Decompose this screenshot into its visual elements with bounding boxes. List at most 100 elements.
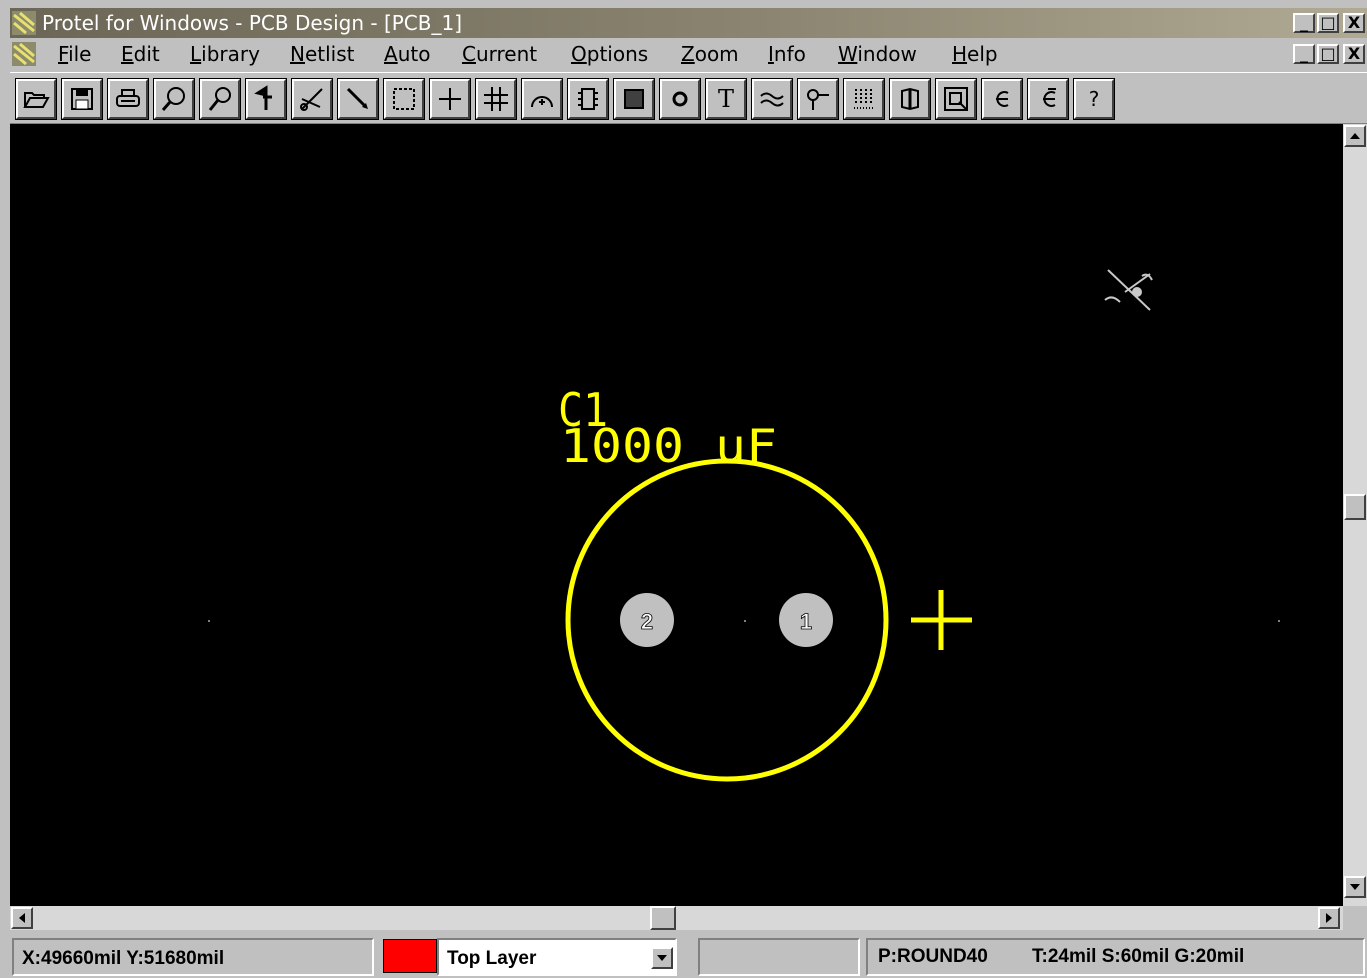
library-button[interactable] (889, 78, 931, 120)
print-button[interactable] (107, 78, 149, 120)
grid-icon (484, 87, 508, 111)
comment-text[interactable]: 1000 uF (560, 419, 777, 473)
arc-button[interactable] (521, 78, 563, 120)
zoom-out-icon (208, 87, 231, 111)
grid-dot-left (208, 620, 210, 622)
layer-select[interactable]: Top Layer (437, 938, 677, 976)
vertical-scrollbar[interactable] (1343, 124, 1367, 906)
horizontal-scroll-thumb[interactable] (650, 906, 676, 930)
close-button[interactable]: X (1343, 13, 1365, 33)
menu-auto[interactable]: Auto (384, 38, 430, 70)
pan-button[interactable] (245, 78, 287, 120)
pad-1-label: 1 (800, 609, 812, 634)
maximize-button[interactable]: □ (1317, 13, 1339, 33)
scroll-up-button[interactable] (1344, 125, 1366, 147)
track-button[interactable] (751, 78, 793, 120)
zoom-in-icon (161, 87, 185, 111)
undo-button[interactable] (981, 78, 1023, 120)
text-button[interactable]: T (705, 78, 747, 120)
text-icon: T (717, 85, 734, 113)
chevron-down-icon (657, 955, 667, 961)
arrow-up-icon (1350, 133, 1360, 139)
doc-minimize-button[interactable]: _ (1293, 44, 1315, 64)
tool-settings-panel: P:ROUND40 T:24mil S:60mil G:20mil (866, 938, 1365, 976)
track-icon (760, 92, 784, 107)
status-bar: X:49660mil Y:51680mil Top Layer P:ROUND4… (10, 932, 1367, 978)
menu-info[interactable]: Info (768, 38, 806, 70)
pad-icon (672, 91, 688, 107)
protel-app-icon (12, 11, 36, 35)
menu-window[interactable]: Window (838, 38, 917, 70)
move-button[interactable] (429, 78, 471, 120)
title-bar: Protel for Windows - PCB Design - [PCB_1… (10, 8, 1367, 38)
grid-dot-right (1278, 620, 1280, 622)
connector-button[interactable] (843, 78, 885, 120)
vertical-scroll-thumb[interactable] (1344, 494, 1366, 520)
scroll-left-button[interactable] (11, 907, 33, 929)
menu-current[interactable]: Current (462, 38, 537, 70)
minimize-button[interactable]: _ (1293, 13, 1315, 33)
pad-shape-text: P:ROUND40 (878, 946, 988, 967)
fill-button[interactable] (613, 78, 655, 120)
doc-restore-button[interactable]: □ (1317, 44, 1339, 64)
settings-text: T:24mil S:60mil G:20mil (1032, 946, 1245, 967)
zoom-out-button[interactable] (199, 78, 241, 120)
find-button[interactable] (935, 78, 977, 120)
arrow-down-icon (1350, 884, 1360, 890)
print-icon (116, 89, 140, 107)
menu-file[interactable]: File (58, 38, 91, 70)
coords-panel: X:49660mil Y:51680mil (12, 938, 374, 976)
redo-icon (1043, 88, 1056, 107)
select-button[interactable] (383, 78, 425, 120)
component-button[interactable] (567, 78, 609, 120)
layer-dropdown-button[interactable] (651, 947, 673, 969)
toolbar: T ? (10, 72, 1367, 124)
layer-color-swatch (383, 939, 437, 973)
pan-icon (254, 85, 272, 110)
window-title: Protel for Windows - PCB Design - [PCB_1… (42, 11, 463, 35)
arc-icon (531, 96, 553, 108)
find-icon (944, 87, 968, 111)
menu-library[interactable]: Library (190, 38, 260, 70)
menu-bar: File Edit Library Netlist Auto Current O… (10, 38, 1367, 70)
layer-select-value: Top Layer (447, 948, 537, 969)
grid-dot-center (744, 620, 746, 622)
open-icon (23, 92, 50, 108)
redo-button[interactable] (1027, 78, 1069, 120)
connector-icon (854, 89, 874, 109)
coords-text: X:49660mil Y:51680mil (22, 948, 225, 969)
menu-netlist[interactable]: Netlist (290, 38, 355, 70)
pad-2-label: 2 (641, 609, 653, 634)
save-icon (71, 88, 93, 110)
menu-options[interactable]: Options (571, 38, 648, 70)
menu-edit[interactable]: Edit (121, 38, 160, 70)
cut-button[interactable] (291, 78, 333, 120)
grid-button[interactable] (475, 78, 517, 120)
menu-help[interactable]: Help (952, 38, 998, 70)
cursor-tool-icon (1104, 269, 1153, 311)
route-button[interactable] (337, 78, 379, 120)
horizontal-scrollbar[interactable] (10, 906, 1343, 930)
component-outline[interactable] (565, 458, 889, 782)
zoom-in-button[interactable] (153, 78, 195, 120)
scroll-down-button[interactable] (1344, 876, 1366, 898)
menu-zoom[interactable]: Zoom (681, 38, 739, 70)
arrow-left-icon (19, 913, 25, 923)
pad-button[interactable] (659, 78, 701, 120)
scroll-corner (1343, 906, 1367, 930)
via-button[interactable] (797, 78, 839, 120)
pcb-drawing: C1 1000 uF 2 1 (208, 269, 1280, 782)
cut-icon (300, 88, 323, 111)
select-icon (393, 88, 415, 110)
save-button[interactable] (61, 78, 103, 120)
document-icon[interactable] (12, 42, 36, 66)
open-button[interactable] (15, 78, 57, 120)
doc-close-button[interactable]: X (1343, 44, 1365, 64)
polarity-plus-mark (911, 590, 972, 650)
undo-icon (996, 91, 1009, 107)
help-button[interactable]: ? (1073, 78, 1115, 120)
pcb-canvas[interactable]: C1 1000 uF 2 1 (10, 124, 1343, 906)
scroll-right-button[interactable] (1318, 907, 1340, 929)
help-icon: ? (1088, 87, 1100, 111)
arrow-right-icon (1326, 913, 1332, 923)
